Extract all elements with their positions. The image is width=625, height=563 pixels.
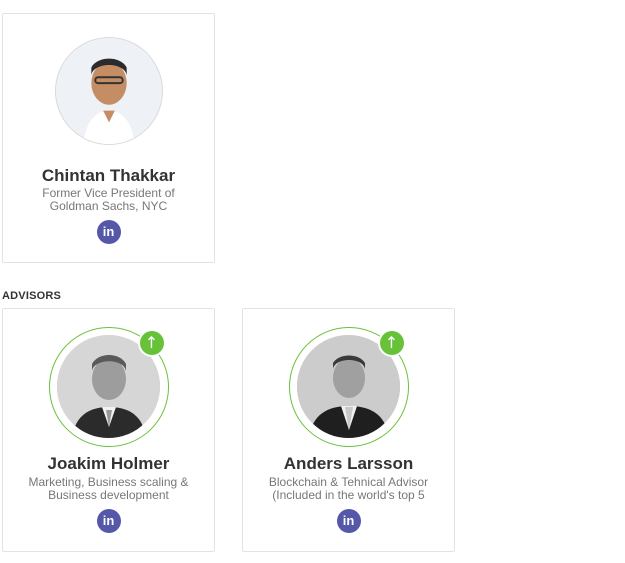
avatar [54,37,163,145]
advisor-name: Joakim Holmer [47,454,170,473]
avatar-ring: ↑ [48,327,169,447]
advisor-description: Blockchain & Tehnical Advisor (Included … [268,476,429,502]
linkedin-icon[interactable]: in [96,220,121,244]
avatar-frame [54,37,163,145]
member-description: Former Vice President of Goldman Sachs, … [42,187,175,213]
team-member-card: Chintan Thakkar Former Vice President of… [2,13,215,263]
advisor-description: Marketing, Business scaling & Business d… [28,476,189,502]
arrow-up-icon: ↑ [139,331,164,355]
person-photo-icon [55,38,162,144]
arrow-up-icon: ↑ [379,331,404,355]
advisor-name: Anders Larsson [283,454,414,473]
avatar-ring: ↑ [288,327,409,447]
linkedin-icon[interactable]: in [336,509,361,533]
member-name: Chintan Thakkar [41,166,176,185]
linkedin-icon[interactable]: in [96,509,121,533]
advisor-card: ↑ Anders Larsson Blockchain & Tehnical A… [242,308,455,552]
section-title-advisors: ADVISORS [2,290,62,302]
advisor-card: ↑ Joakim Holmer Marketing, Business scal… [2,308,215,552]
